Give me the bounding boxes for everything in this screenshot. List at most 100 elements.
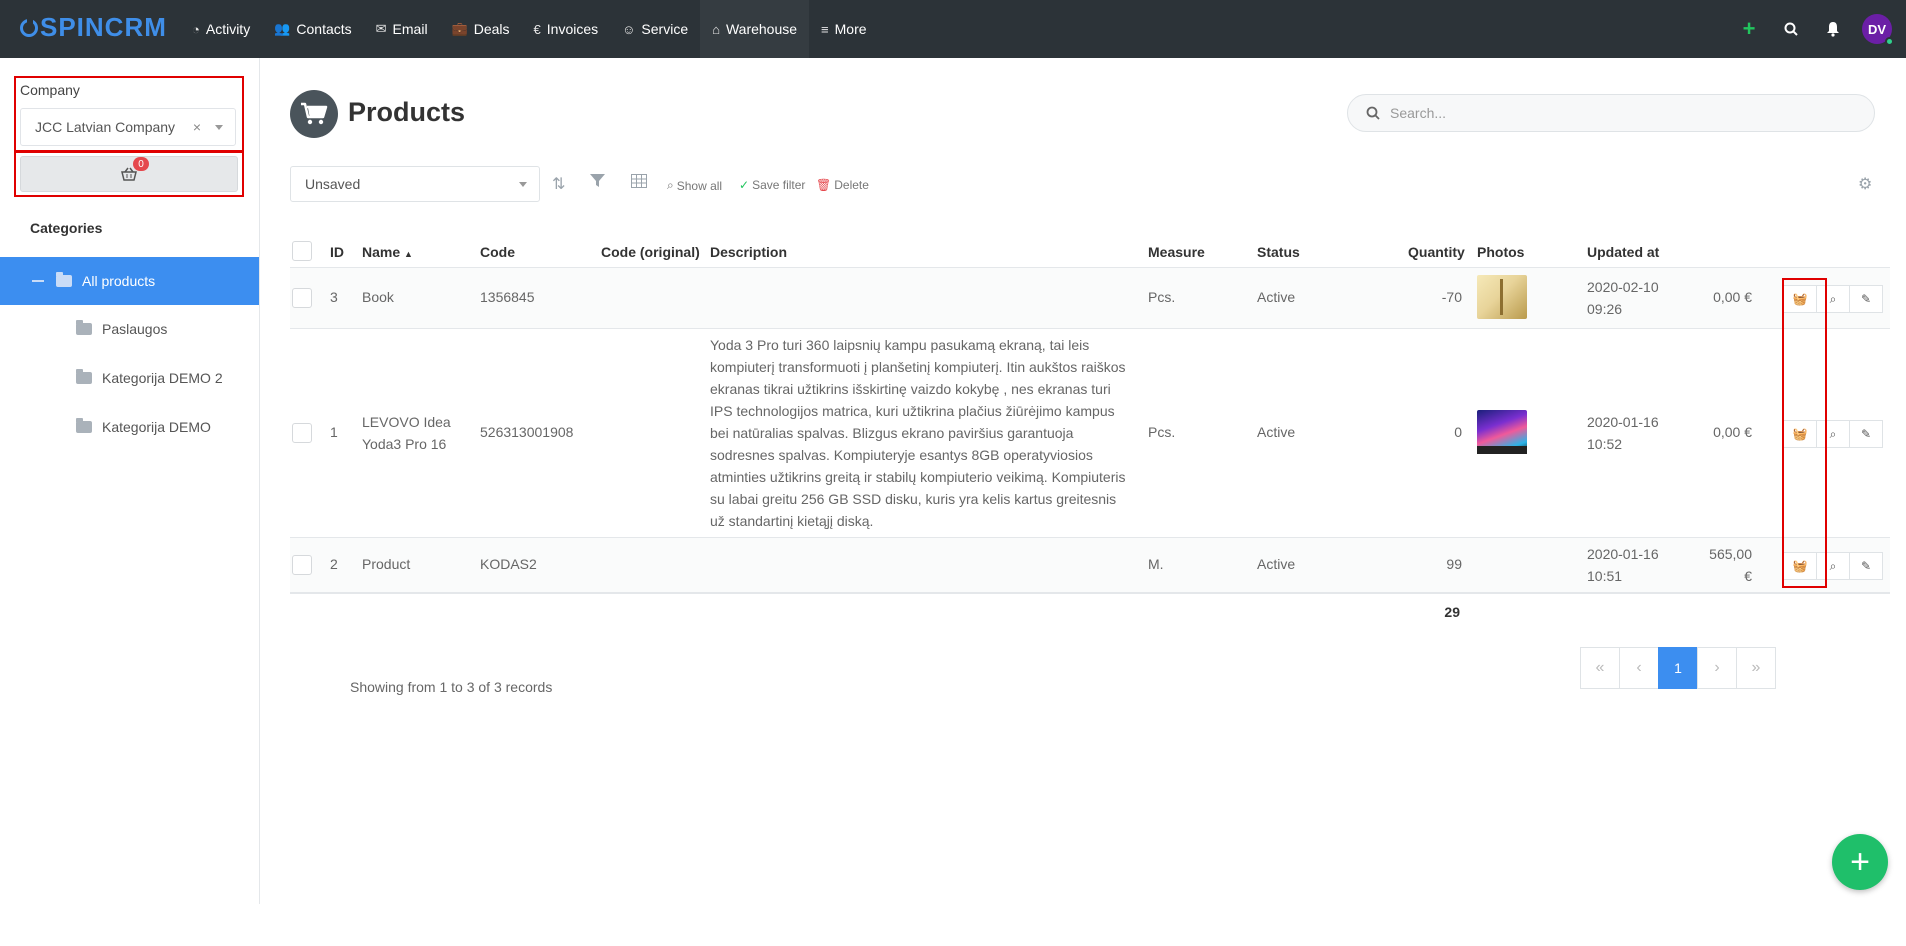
warehouse-icon: ⌂ — [712, 21, 720, 37]
edit-icon: ✎ — [1860, 292, 1872, 306]
show-all-link[interactable]: ⌕ Show all — [667, 178, 722, 193]
edit-button[interactable]: ✎ — [1849, 420, 1883, 448]
nav-menu: ◔ Activity 👥 Contacts ✉ Email 💼 Deals € Invoi… — [180, 0, 879, 58]
sort-icon[interactable]: ⇅ — [552, 174, 565, 194]
first-page-button[interactable]: « — [1580, 647, 1620, 689]
category-label: Kategorija DEMO 2 — [102, 370, 223, 386]
table-row[interactable]: 3 Book 1356845 Pcs. Active -70 2020-02-1… — [290, 268, 1890, 329]
col-measure[interactable]: Measure — [1148, 244, 1205, 260]
col-status[interactable]: Status — [1257, 244, 1300, 260]
logo-text: SPINCRM — [40, 12, 167, 42]
updated-time: 10:52 — [1587, 436, 1623, 452]
category-item-kategorija-demo-2[interactable]: Kategorija DEMO 2 — [0, 354, 259, 402]
col-name[interactable]: Name ▲ — [362, 244, 413, 260]
col-updated-at[interactable]: Updated at — [1587, 244, 1659, 260]
clear-icon[interactable]: × — [193, 119, 201, 135]
last-page-button[interactable]: » — [1736, 647, 1776, 689]
nav-item-more[interactable]: ≡ More — [809, 0, 879, 58]
envelope-icon: ✉ — [375, 21, 387, 36]
cell-status: Active — [1257, 556, 1296, 572]
nav-label: Warehouse — [725, 21, 798, 37]
nav-label: Service — [641, 21, 689, 37]
next-page-button[interactable]: › — [1697, 647, 1737, 689]
chevron-down-icon — [519, 182, 527, 187]
updated-time: 10:51 — [1587, 568, 1623, 584]
edit-icon: ✎ — [1860, 427, 1872, 441]
name-line: LEVOVO Idea — [362, 414, 451, 430]
cell-price: 565,00 € — [1670, 543, 1752, 587]
company-label: Company — [20, 82, 80, 98]
filter-icon[interactable] — [590, 174, 605, 193]
table-row[interactable]: 2 Product KODAS2 M. Active 99 2020-01-16… — [290, 538, 1890, 594]
nav-item-warehouse[interactable]: ⌂ Warehouse — [700, 0, 810, 58]
col-code-original[interactable]: Code (original) — [601, 244, 700, 260]
company-select[interactable]: JCC Latvian Company × — [20, 108, 236, 146]
category-item-paslaugos[interactable]: Paslaugos — [0, 305, 259, 353]
col-description[interactable]: Description — [710, 244, 787, 260]
gauge-icon: ◔ — [192, 21, 200, 37]
updated-date: 2020-01-16 — [1587, 414, 1659, 430]
edit-button[interactable]: ✎ — [1849, 285, 1883, 313]
check-icon: ✓ — [739, 178, 750, 192]
edit-button[interactable]: ✎ — [1849, 552, 1883, 580]
category-item-all-products[interactable]: All products — [0, 257, 259, 305]
nav-item-email[interactable]: ✉ Email — [364, 0, 440, 58]
bell-icon — [1827, 22, 1839, 37]
row-checkbox[interactable] — [292, 555, 312, 578]
filter-select[interactable]: Unsaved — [290, 166, 540, 202]
logo[interactable]: SPINCRM — [20, 12, 167, 43]
select-all-checkbox[interactable] — [292, 241, 312, 264]
nav-label: Contacts — [296, 21, 352, 37]
cell-quantity: -70 — [1441, 289, 1462, 305]
prev-page-button[interactable]: ‹ — [1619, 647, 1659, 689]
cell-code: KODAS2 — [480, 556, 537, 572]
delete-filter-link[interactable]: 🗑 Delete — [816, 178, 869, 192]
product-photo-book[interactable] — [1477, 275, 1527, 319]
nav-item-invoices[interactable]: € Invoices — [522, 0, 611, 58]
top-navbar: SPINCRM ◔ Activity 👥 Contacts ✉ Email 💼 Deal… — [0, 0, 1906, 58]
category-item-kategorija-demo[interactable]: Kategorija DEMO — [0, 403, 259, 451]
table-row[interactable]: 1 LEVOVO Idea Yoda3 Pro 16 526313001908 Y… — [290, 329, 1890, 538]
product-photo-laptop[interactable] — [1477, 410, 1527, 454]
nav-item-activity[interactable]: ◔ Activity — [180, 0, 262, 58]
cell-status: Active — [1257, 424, 1296, 440]
nav-label: Deals — [473, 21, 510, 37]
cell-quantity: 0 — [1454, 424, 1462, 440]
folder-icon — [76, 369, 92, 384]
user-avatar[interactable]: DV — [1862, 14, 1894, 46]
col-code[interactable]: Code — [480, 244, 515, 260]
folder-icon — [76, 418, 92, 433]
page-1-button[interactable]: 1 — [1658, 647, 1698, 689]
show-all-label: Show all — [676, 178, 723, 193]
gear-icon[interactable]: ⚙ — [1858, 174, 1872, 194]
row-checkbox[interactable] — [292, 423, 312, 446]
cell-quantity: 99 — [1446, 556, 1462, 572]
nav-item-deals[interactable]: 💼 Deals — [440, 0, 522, 58]
nav-item-service[interactable]: ☺ Service — [610, 0, 700, 58]
col-photos: Photos — [1477, 244, 1525, 260]
nav-label: More — [834, 21, 867, 37]
add-product-fab[interactable]: + — [1832, 834, 1888, 890]
save-filter-label: Save filter — [752, 178, 806, 192]
nav-item-contacts[interactable]: 👥 Contacts — [262, 0, 363, 58]
col-quantity[interactable]: Quantity — [1408, 244, 1465, 260]
search-input[interactable]: Search... — [1347, 94, 1875, 132]
nav-label: Activity — [205, 21, 251, 37]
filter-value: Unsaved — [305, 176, 361, 192]
updated-time: 09:26 — [1587, 301, 1623, 317]
search-icon — [1784, 22, 1798, 36]
search-icon: ⌕ — [1829, 558, 1837, 573]
columns-icon[interactable] — [631, 174, 647, 193]
cart-count-badge: 0 — [133, 157, 149, 171]
search-button[interactable] — [1770, 0, 1812, 58]
price-line: € — [1744, 568, 1752, 584]
col-id[interactable]: ID — [330, 244, 344, 260]
quick-add-button[interactable]: + — [1728, 0, 1770, 58]
folder-icon — [76, 320, 92, 335]
notifications-button[interactable] — [1812, 0, 1854, 58]
cart-button[interactable]: 0 — [20, 156, 238, 192]
cell-id: 2 — [330, 556, 338, 572]
row-checkbox[interactable] — [292, 288, 312, 311]
logo-icon — [20, 17, 38, 37]
save-filter-link[interactable]: ✓ Save filter — [739, 178, 805, 192]
